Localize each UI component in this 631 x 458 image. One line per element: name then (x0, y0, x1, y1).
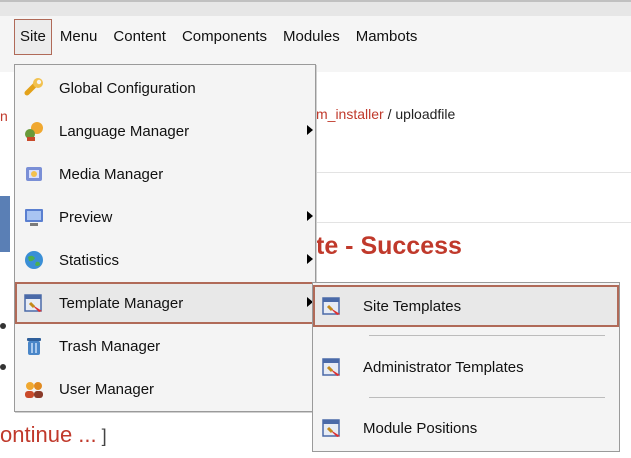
background-bullet (0, 323, 6, 329)
menu-item-media-manager[interactable]: Media Manager (15, 153, 315, 195)
template-manager-submenu: Site Templates Administrator Templates M… (312, 282, 620, 452)
submenu-item-administrator-templates[interactable]: Administrator Templates (313, 345, 619, 389)
background-divider (312, 172, 631, 173)
continue-link[interactable]: ontinue ... ] (0, 422, 107, 448)
page-title: te - Success (316, 232, 462, 260)
background-bullet (0, 364, 6, 370)
menu-components[interactable]: Components (174, 19, 275, 55)
menu-item-preview[interactable]: Preview (15, 196, 315, 238)
users-icon (25, 382, 43, 398)
background-fragment-text: n (0, 108, 8, 124)
template-icon (24, 294, 42, 312)
submenu-item-label: Module Positions (363, 419, 478, 437)
continue-link-text[interactable]: ontinue ... (0, 422, 97, 447)
menu-item-label: Language Manager (59, 122, 190, 140)
menu-menu[interactable]: Menu (52, 19, 106, 55)
menu-item-trash-manager[interactable]: Trash Manager (15, 325, 315, 367)
submenu-item-site-templates[interactable]: Site Templates (313, 285, 619, 327)
template-icon (322, 419, 340, 437)
menu-item-language-manager[interactable]: Language Manager (15, 110, 315, 152)
submenu-item-label: Administrator Templates (363, 358, 524, 376)
submenu-arrow-icon (307, 254, 313, 264)
background-divider (312, 222, 631, 223)
menu-item-label: Preview (59, 208, 113, 226)
wrench-icon (24, 78, 43, 96)
main-menu: Site Menu Content Components Modules Mam… (14, 19, 425, 55)
menu-item-label: Template Manager (59, 294, 184, 312)
submenu-separator (369, 335, 605, 336)
breadcrumb-current: / uploadfile (383, 106, 456, 122)
monitor-icon (25, 209, 43, 226)
top-menu-bar: Site Menu Content Components Modules Mam… (0, 0, 631, 72)
breadcrumb-link[interactable]: m_installer (316, 106, 384, 122)
trash-icon (27, 338, 41, 355)
menu-item-statistics[interactable]: Statistics (15, 239, 315, 281)
globe-icon (25, 251, 43, 269)
submenu-separator (369, 397, 605, 398)
menu-item-template-manager[interactable]: Template Manager (15, 282, 315, 324)
submenu-arrow-icon (307, 125, 313, 135)
menu-mambots[interactable]: Mambots (348, 19, 426, 55)
submenu-item-label: Site Templates (363, 297, 462, 315)
menu-item-label: Global Configuration (59, 79, 196, 97)
top-bar-shade (0, 2, 631, 16)
menu-item-label: User Manager (59, 380, 155, 398)
menu-item-label: Trash Manager (59, 337, 161, 355)
submenu-item-module-positions[interactable]: Module Positions (313, 407, 619, 449)
menu-site[interactable]: Site (14, 19, 52, 55)
menu-modules[interactable]: Modules (275, 19, 348, 55)
background-image-fragment (0, 196, 10, 252)
menu-item-global-configuration[interactable]: Global Configuration (15, 67, 315, 109)
continue-bracket: ] (96, 426, 107, 446)
media-icon (26, 167, 42, 181)
language-icon (25, 122, 43, 141)
menu-item-label: Statistics (59, 251, 120, 269)
breadcrumb: m_installer / uploadfile (316, 106, 455, 122)
menu-item-label: Media Manager (59, 165, 164, 183)
site-dropdown-menu: Global Configuration Language Manager Me… (14, 64, 316, 412)
template-icon (322, 297, 340, 315)
submenu-arrow-icon (307, 211, 313, 221)
menu-content[interactable]: Content (105, 19, 174, 55)
menu-item-user-manager[interactable]: User Manager (15, 368, 315, 410)
template-icon (322, 358, 340, 376)
